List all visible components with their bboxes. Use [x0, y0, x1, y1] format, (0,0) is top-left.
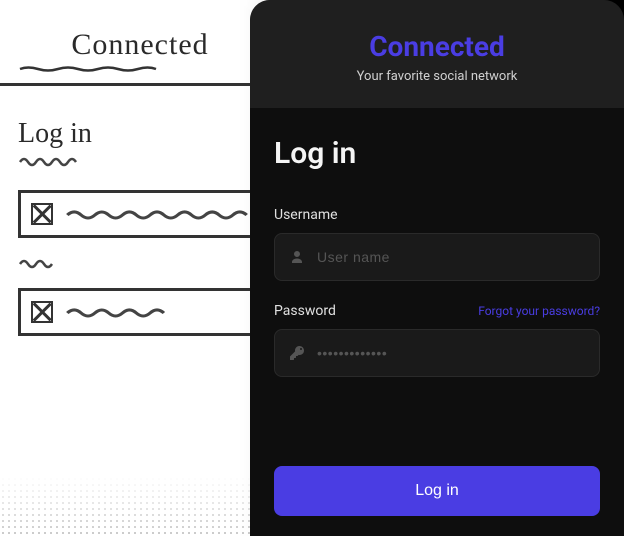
sketch-brand-title: Connected — [18, 28, 262, 62]
page-title: Log in — [274, 136, 600, 171]
password-input-wrap[interactable] — [274, 329, 600, 377]
user-icon — [289, 249, 305, 265]
sketch-placeholder-scribble-icon — [65, 207, 249, 221]
login-form: Log in Username Password Forgot your pas… — [250, 108, 624, 536]
sketch-stipple-texture — [0, 476, 260, 536]
sketch-checkbox-icon — [31, 203, 53, 225]
sketch-divider — [0, 83, 280, 86]
brand-tagline: Your favorite social network — [270, 69, 604, 84]
password-input[interactable] — [317, 345, 585, 361]
sketch-scribble-icon — [18, 154, 78, 168]
sketch-password-input — [18, 288, 262, 336]
sketch-placeholder-scribble-icon — [65, 305, 249, 319]
sketch-checkbox-icon — [31, 301, 53, 323]
sketch-username-input — [18, 190, 262, 238]
password-label: Password — [274, 303, 336, 319]
username-input[interactable] — [317, 249, 585, 265]
sketch-scribble-icon — [18, 256, 58, 270]
brand-title: Connected — [270, 30, 604, 63]
password-field-group: Password Forgot your password? — [274, 303, 600, 377]
forgot-password-link[interactable]: Forgot your password? — [478, 304, 600, 318]
username-label: Username — [274, 207, 338, 223]
username-field-group: Username — [274, 207, 600, 281]
sketch-mockup: Connected Log in — [0, 0, 280, 536]
sketch-underline-icon — [18, 65, 158, 73]
app-header: Connected Your favorite social network — [250, 0, 624, 108]
sketch-login-heading: Log in — [18, 118, 262, 150]
login-screen: Connected Your favorite social network L… — [250, 0, 624, 536]
login-button[interactable]: Log in — [274, 466, 600, 516]
key-icon — [289, 345, 305, 361]
username-input-wrap[interactable] — [274, 233, 600, 281]
